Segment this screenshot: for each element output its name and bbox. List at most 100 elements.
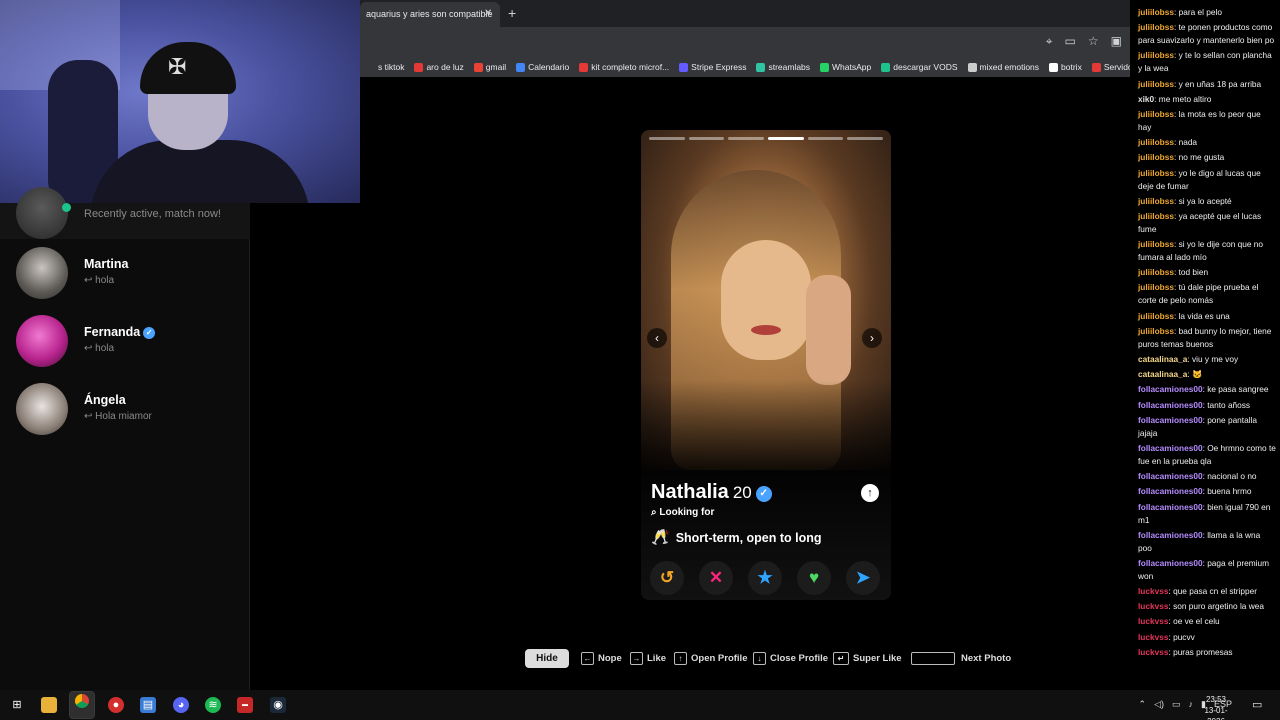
chat-username[interactable]: juliilobss	[1138, 326, 1174, 336]
clock-date: 13-01-2026	[1204, 706, 1228, 720]
bookmark-item[interactable]: kit completo microf...	[579, 62, 669, 72]
prev-photo-icon[interactable]: ‹	[647, 328, 667, 348]
boost-button[interactable]: ➤	[846, 561, 880, 595]
chat-username[interactable]: follacamiones00	[1138, 415, 1203, 425]
bookmark-item[interactable]: descargar VODS	[881, 62, 958, 72]
chevron-up-icon[interactable]: ⌃	[1139, 699, 1147, 710]
spotify-icon[interactable]: ≋	[205, 697, 221, 713]
chat-text: tod bien	[1178, 267, 1209, 278]
chat-username[interactable]: juliilobss	[1138, 211, 1174, 221]
bookmark-item[interactable]: gmail	[473, 62, 507, 72]
bookmark-item[interactable]: mixed emotions	[967, 62, 1039, 72]
chat-username[interactable]: cataalinaa_a	[1138, 369, 1187, 379]
bookmark-label: botrix	[1061, 62, 1082, 72]
chat-username[interactable]: follacamiones00	[1138, 558, 1203, 568]
chat-username[interactable]: follacamiones00	[1138, 384, 1203, 394]
bookmark-label: gmail	[485, 62, 507, 72]
bookmark-item[interactable]: Servidor IRL	[1091, 62, 1130, 72]
bookmark-label: s tiktok	[378, 62, 405, 72]
bookmark-favicon-icon	[366, 62, 375, 72]
store-icon[interactable]: ▤	[140, 697, 156, 713]
chat-username[interactable]: juliilobss	[1138, 7, 1174, 17]
chat-username[interactable]: juliilobss	[1138, 109, 1174, 119]
photo-progress-segment[interactable]	[847, 137, 884, 140]
profile-card[interactable]: ‹ › Nathalia 20 ✓ ↑ ⌕ Looking for 🥂 Short-t…	[641, 130, 891, 600]
bookmark-item[interactable]: Stripe Express	[679, 62, 746, 72]
bookmark-item[interactable]: s tiktok	[366, 62, 404, 72]
chat-username[interactable]: luckvss	[1138, 616, 1168, 626]
photo-progress-segment[interactable]	[649, 137, 685, 140]
next-photo-icon[interactable]: ›	[862, 328, 882, 348]
chat-username[interactable]: luckvss	[1138, 647, 1168, 657]
chat-username[interactable]: follacamiones00	[1138, 443, 1203, 453]
chat-text: no me gusta	[1178, 152, 1225, 163]
bookmark-favicon-icon	[967, 62, 977, 72]
avatar	[16, 247, 68, 299]
bookmark-item[interactable]: aro de luz	[414, 62, 464, 72]
chat-username[interactable]: follacamiones00	[1138, 400, 1203, 410]
rewind-button[interactable]: ↺	[650, 561, 684, 595]
photo-progress-segment[interactable]	[768, 137, 804, 140]
chat-username[interactable]: follacamiones00	[1138, 502, 1203, 512]
bookmark-item[interactable]: streamlabs	[756, 62, 810, 72]
discord-icon[interactable]: ◕	[173, 697, 189, 713]
intent-text: Short-term, open to long	[675, 531, 822, 545]
speaker-icon[interactable]: ◁)	[1154, 699, 1164, 710]
chat-username[interactable]: juliilobss	[1138, 152, 1174, 162]
browser-tab[interactable]: aquarius y aries son compatible ✕	[360, 2, 500, 27]
chat-username[interactable]: luckvss	[1138, 601, 1168, 611]
microphone-icon[interactable]: ♪	[1189, 699, 1194, 710]
nope-button[interactable]: ✕	[699, 561, 733, 595]
chat-text: tanto añoss	[1207, 399, 1251, 410]
chat-username[interactable]: follacamiones00	[1138, 530, 1203, 540]
recent-match-row[interactable]: Recently active, match now!	[0, 187, 250, 239]
chat-username[interactable]: juliilobss	[1138, 22, 1174, 32]
matches-sidebar: Recently active, match now! Martina ↩ ho…	[0, 187, 250, 690]
notification-icon[interactable]: ▭	[1252, 698, 1262, 711]
bookmark-item[interactable]: WhatsApp	[820, 62, 871, 72]
chat-message: follacamiones00: paga el premium won	[1138, 557, 1269, 581]
chat-username[interactable]: cataalinaa_a	[1138, 354, 1187, 364]
open-profile-button[interactable]: ↑	[861, 484, 879, 502]
bookmark-star-icon[interactable]: ☆	[1088, 34, 1099, 49]
bookmark-item[interactable]: Calendario	[516, 62, 569, 72]
chat-username[interactable]: juliilobss	[1138, 267, 1174, 277]
chat-username[interactable]: xik0	[1138, 94, 1154, 104]
cast-icon[interactable]: ▭	[1065, 34, 1076, 49]
hide-hints-button[interactable]: Hide	[525, 649, 569, 668]
photo-progress-segment[interactable]	[688, 137, 725, 140]
chat-message: follacamiones00: tanto añoss	[1138, 399, 1251, 410]
chat-username[interactable]: juliilobss	[1138, 79, 1174, 89]
chat-username[interactable]: juliilobss	[1138, 311, 1174, 321]
relationship-intent: 🥂 Short-term, open to long	[651, 528, 822, 546]
tab-close-icon[interactable]: ✕	[484, 8, 492, 19]
clock[interactable]: 23:53 13-01-2026	[1196, 694, 1236, 720]
chat-username[interactable]: luckvss	[1138, 632, 1168, 642]
chat-username[interactable]: juliilobss	[1138, 239, 1174, 249]
obs-icon[interactable]: ●	[108, 697, 124, 713]
photo-progress-segment[interactable]	[728, 137, 765, 140]
photo-progress-segment[interactable]	[807, 137, 844, 140]
network-icon[interactable]: ▭	[1172, 699, 1181, 710]
chat-username[interactable]: follacamiones00	[1138, 471, 1203, 481]
chat-username[interactable]: juliilobss	[1138, 196, 1174, 206]
chat-username[interactable]: juliilobss	[1138, 50, 1174, 60]
chrome-icon[interactable]	[69, 691, 95, 719]
new-tab-button[interactable]: +	[508, 5, 516, 21]
chat-username[interactable]: follacamiones00	[1138, 486, 1203, 496]
chat-username[interactable]: juliilobss	[1138, 137, 1174, 147]
address-bar[interactable]: ⌖ ▭ ☆ ▣	[360, 27, 1130, 57]
send-icon: ➤	[855, 568, 871, 587]
chat-username[interactable]: luckvss	[1138, 586, 1168, 596]
like-button[interactable]: ♥	[797, 561, 831, 595]
chat-username[interactable]: juliilobss	[1138, 168, 1174, 178]
super-like-button[interactable]: ★	[748, 561, 782, 595]
voicemeeter-icon[interactable]: ▬	[237, 697, 253, 713]
steam-icon[interactable]: ◉	[270, 697, 286, 713]
location-icon[interactable]: ⌖	[1046, 34, 1053, 49]
chat-username[interactable]: juliilobss	[1138, 282, 1174, 292]
bookmark-item[interactable]: botrix	[1049, 62, 1082, 72]
extensions-icon[interactable]: ▣	[1111, 34, 1122, 49]
windows-start-icon[interactable]: ⊞	[9, 697, 25, 713]
file-explorer-icon[interactable]	[41, 697, 57, 713]
